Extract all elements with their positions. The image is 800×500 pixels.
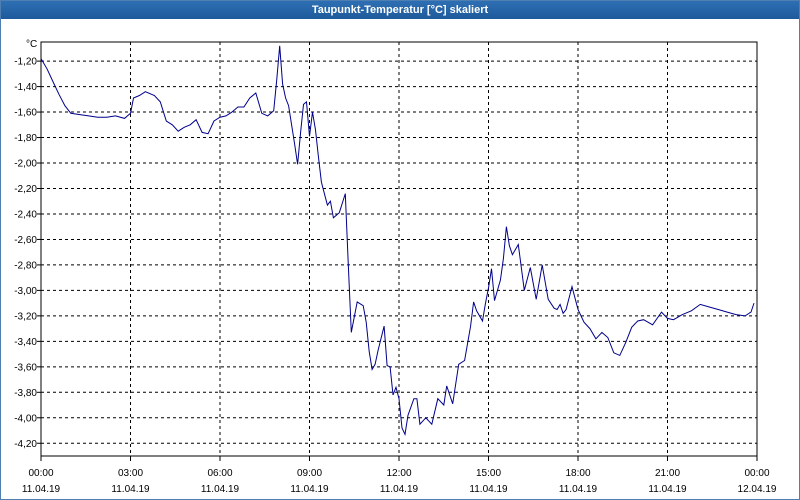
series-line xyxy=(40,45,755,436)
line-chart: -1,20 -1,40 -1,60 -1,80 -2,00 -2,20 -2,40 -2,60… xyxy=(14,39,777,495)
x-tick-labels: 00:00 11.04.19 03:00 11.04.19 06:00 11.04.19 0… xyxy=(22,468,777,495)
x-tick-date-label: 11.04.19 xyxy=(111,484,150,495)
y-tick-label: -1,60 xyxy=(14,108,37,119)
x-tick-date-label: 12.04.19 xyxy=(738,484,777,495)
y-tick-label: -2,40 xyxy=(14,209,37,220)
y-tick-label: -3,80 xyxy=(14,388,37,399)
x-tick-date-label: 11.04.19 xyxy=(380,484,419,495)
y-tick-labels: -1,20 -1,40 -1,60 -1,80 -2,00 -2,20 -2,40 -2,60… xyxy=(14,57,37,450)
y-tick-label: -4,20 xyxy=(14,439,37,450)
x-tick-time-label: 06:00 xyxy=(207,468,232,479)
y-tick-label: -2,60 xyxy=(14,235,37,246)
x-tick-date-label: 11.04.19 xyxy=(22,484,61,495)
x-tick-time-label: 03:00 xyxy=(118,468,143,479)
y-tick-label: -3,60 xyxy=(14,362,37,373)
y-tick-label: -3,20 xyxy=(14,311,37,322)
y-tick-label: -2,00 xyxy=(14,159,37,170)
y-tick-label: -1,20 xyxy=(14,57,37,68)
x-tick-time-label: 00:00 xyxy=(744,468,769,479)
x-tick-time-label: 15:00 xyxy=(476,468,501,479)
x-tick-date-label: 11.04.19 xyxy=(469,484,508,495)
x-tick-time-label: 21:00 xyxy=(655,468,680,479)
x-tick-time-label: 12:00 xyxy=(386,468,411,479)
y-tick-label: -3,00 xyxy=(14,286,37,297)
y-axis-label: °C xyxy=(26,39,37,50)
y-tick-label: -1,80 xyxy=(14,133,37,144)
grid-lines xyxy=(41,42,757,456)
axes xyxy=(37,41,758,461)
x-tick-date-label: 11.04.19 xyxy=(559,484,598,495)
y-tick-label: -2,20 xyxy=(14,184,37,195)
y-tick-label: -4,00 xyxy=(14,413,37,424)
y-tick-label: -3,40 xyxy=(14,337,37,348)
x-tick-time-label: 18:00 xyxy=(565,468,590,479)
x-tick-time-label: 00:00 xyxy=(28,468,53,479)
y-tick-label: -2,80 xyxy=(14,260,37,271)
y-tick-label: -1,40 xyxy=(14,82,37,93)
x-tick-date-label: 11.04.19 xyxy=(648,484,687,495)
x-tick-date-label: 11.04.19 xyxy=(201,484,240,495)
x-tick-time-label: 09:00 xyxy=(297,468,322,479)
x-tick-date-label: 11.04.19 xyxy=(290,484,329,495)
